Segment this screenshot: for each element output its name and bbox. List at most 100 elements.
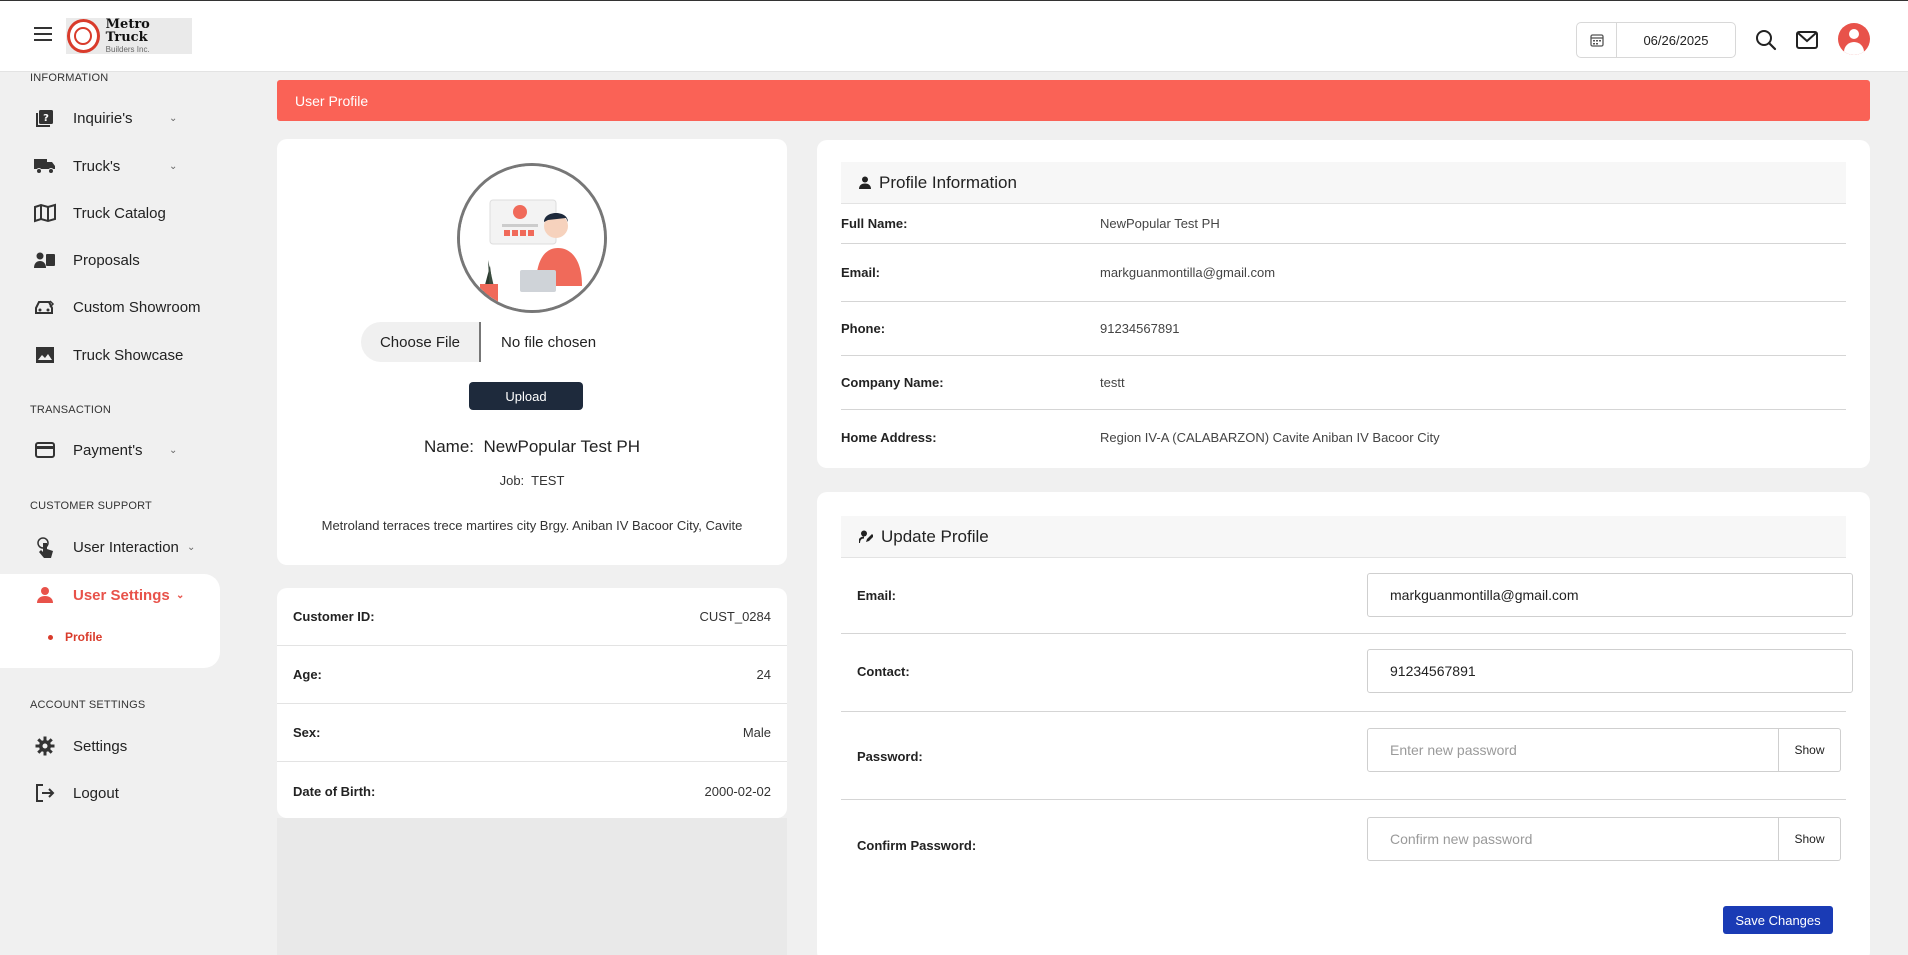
- info-label: Phone:: [841, 321, 886, 336]
- info-label: Email:: [841, 265, 881, 280]
- credit-card-icon: [34, 439, 56, 461]
- date-value[interactable]: 06/26/2025: [1617, 23, 1735, 57]
- sidebar-item-truck-catalog[interactable]: Truck Catalog: [0, 191, 220, 235]
- sidebar-item-label: Inquirie's: [73, 109, 133, 127]
- sidebar-item-trucks[interactable]: Truck's ⌄: [0, 144, 220, 188]
- form-row: Contact: 91234567891: [841, 634, 1853, 712]
- sidebar-item-label: User Settings: [73, 586, 170, 604]
- update-profile-card: Update Profile Email: markguanmontilla@g…: [817, 492, 1870, 955]
- card-header: Update Profile: [841, 516, 1846, 558]
- sidebar-item-label: Settings: [73, 737, 128, 755]
- contact-field[interactable]: 91234567891: [1367, 649, 1853, 693]
- confirm-password-label: Confirm Password:: [857, 838, 977, 853]
- calendar-icon[interactable]: [1577, 23, 1617, 57]
- inquiry-icon: ?: [34, 107, 56, 129]
- detail-label: Sex:: [293, 725, 321, 740]
- detail-value: 24: [756, 667, 771, 682]
- edit-user-icon: [859, 530, 873, 543]
- profile-information-card: Profile Information Full Name: NewPopula…: [817, 140, 1870, 468]
- card-header: Profile Information: [841, 162, 1846, 204]
- show-confirm-password-button[interactable]: Show: [1779, 817, 1841, 861]
- sidebar-item-user-interaction[interactable]: User Interaction ⌄: [0, 525, 220, 569]
- sidebar-item-label: Custom Showroom: [73, 298, 201, 316]
- image-icon: [34, 344, 56, 366]
- sidebar-item-label: Truck Catalog: [73, 204, 166, 222]
- svg-text:?: ?: [43, 113, 49, 124]
- detail-row: Sex: Male: [277, 704, 787, 762]
- sidebar-item-custom-showroom[interactable]: Custom Showroom: [0, 285, 220, 329]
- mail-icon[interactable]: [1796, 31, 1818, 54]
- brand-title: Metro Truck: [105, 17, 150, 45]
- brand-subtitle: Builders Inc.: [105, 45, 150, 54]
- info-label: Company Name:: [841, 375, 944, 390]
- confirm-password-field[interactable]: Confirm new password: [1367, 817, 1779, 861]
- top-header: Metro Truck Builders Inc. 06/26/2025: [0, 0, 1908, 72]
- sidebar-subitem-label: Profile: [65, 630, 103, 644]
- chevron-down-icon: ⌄: [187, 541, 196, 553]
- email-label: Email:: [857, 588, 897, 603]
- name-label: Name:: [423, 437, 475, 456]
- logo-seal-icon: [67, 19, 100, 53]
- info-value: testt: [1100, 375, 1125, 390]
- detail-label: Date of Birth:: [293, 783, 376, 799]
- sidebar-item-inquiries[interactable]: ? Inquirie's ⌄: [0, 96, 220, 140]
- gear-icon: [34, 735, 56, 757]
- brand-logo[interactable]: Metro Truck Builders Inc.: [66, 18, 192, 54]
- catalog-icon: [34, 202, 56, 224]
- detail-label: Customer ID:: [293, 609, 375, 624]
- info-row: Home Address: Region IV-A (CALABARZON) C…: [841, 410, 1846, 464]
- show-password-button[interactable]: Show: [1779, 728, 1841, 772]
- chevron-down-icon: ⌄: [176, 589, 185, 601]
- user-avatar-icon[interactable]: [1838, 23, 1870, 55]
- info-label: Home Address:: [841, 429, 937, 445]
- detail-row: Customer ID: CUST_0284: [277, 588, 787, 646]
- file-picker[interactable]: Choose File No file chosen: [361, 322, 701, 362]
- chevron-down-icon: ⌄: [169, 160, 178, 172]
- card-title: Profile Information: [879, 172, 1017, 192]
- detail-label: Age:: [293, 667, 322, 682]
- info-row: Company Name: testt: [841, 356, 1846, 410]
- customer-details-card: Customer ID: CUST_0284 Age: 24 Sex: Male…: [277, 588, 787, 818]
- section-customer-support: CUSTOMER SUPPORT: [30, 500, 152, 512]
- sidebar-item-user-settings[interactable]: User Settings ⌄: [0, 573, 220, 617]
- sidebar-item-label: Proposals: [73, 251, 140, 269]
- profile-job: Job: TEST: [277, 473, 787, 488]
- contact-label: Contact:: [857, 664, 910, 679]
- sidebar-item-proposals[interactable]: Proposals: [0, 238, 220, 282]
- sidebar-item-payments[interactable]: Payment's ⌄: [0, 428, 220, 472]
- search-icon[interactable]: [1755, 29, 1777, 56]
- sidebar-item-logout[interactable]: Logout: [0, 771, 220, 815]
- info-value: Region IV-A (CALABARZON) Cavite Aniban I…: [1100, 429, 1440, 445]
- sidebar-item-settings[interactable]: Settings: [0, 724, 220, 768]
- person-icon: [859, 176, 871, 189]
- empty-panel: [277, 818, 787, 955]
- email-field[interactable]: markguanmontilla@gmail.com: [1367, 573, 1853, 617]
- section-information: INFORMATION: [30, 72, 109, 84]
- bullet-icon: [48, 634, 53, 640]
- sidebar-item-truck-showcase[interactable]: Truck Showcase: [0, 333, 220, 377]
- password-field[interactable]: Enter new password: [1367, 728, 1779, 772]
- sidebar-item-label: Logout: [73, 784, 119, 802]
- job-value: TEST: [531, 473, 565, 488]
- detail-row: Age: 24: [277, 646, 787, 704]
- name-value: NewPopular Test PH: [483, 437, 641, 456]
- menu-icon[interactable]: [34, 27, 52, 41]
- sidebar: INFORMATION ? Inquirie's ⌄ Truck's ⌄ Tru…: [0, 72, 222, 955]
- date-picker[interactable]: 06/26/2025: [1576, 22, 1736, 58]
- sidebar-item-label: Payment's: [73, 441, 143, 459]
- sidebar-subitem-profile[interactable]: Profile: [48, 630, 102, 644]
- sidebar-item-label: User Interaction: [73, 538, 179, 556]
- detail-value: CUST_0284: [699, 609, 771, 624]
- info-value: NewPopular Test PH: [1100, 216, 1220, 231]
- page-title-banner: User Profile: [277, 80, 1870, 121]
- upload-button[interactable]: Upload: [469, 382, 583, 410]
- info-row: Email: markguanmontilla@gmail.com: [841, 244, 1846, 302]
- profile-address: Metroland terraces trece martires city B…: [321, 518, 743, 533]
- profile-avatar: [457, 163, 607, 313]
- form-row: Password: Enter new password Show: [841, 712, 1846, 800]
- info-row: Full Name: NewPopular Test PH: [841, 204, 1846, 244]
- info-row: Phone: 91234567891: [841, 302, 1846, 356]
- detail-row: Date of Birth: 2000-02-02: [277, 762, 787, 820]
- save-changes-button[interactable]: Save Changes: [1723, 906, 1833, 934]
- choose-file-button[interactable]: Choose File: [361, 322, 481, 362]
